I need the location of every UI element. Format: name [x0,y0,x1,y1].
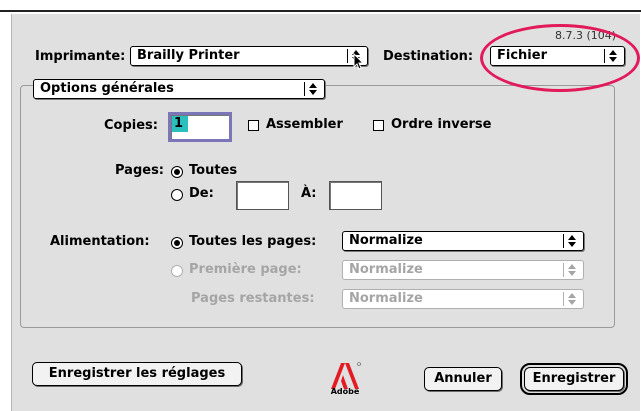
copies-label: Copies: [104,118,158,133]
printer-popup[interactable]: Brailly Printer [130,46,368,66]
feed-first-page-value: Normalize [349,262,423,277]
printer-popup-value: Brailly Printer [137,48,240,63]
copies-value: 1 [172,116,188,132]
feed-remaining-popup[interactable]: Normalize [342,289,584,309]
copies-field[interactable]: 1 [168,112,232,142]
pages-all-label[interactable]: Toutes [189,163,237,178]
pages-to-label: À: [301,186,317,201]
feed-remaining-label: Pages restantes: [191,291,315,306]
pages-range-radio[interactable] [171,189,183,201]
section-popup[interactable]: Options générales [33,79,325,99]
save-settings-button[interactable]: Enregistrer les réglages [32,362,242,386]
popup-arrows-icon [563,292,579,306]
feed-first-page-popup[interactable]: Normalize [342,260,584,280]
save-button[interactable]: Enregistrer [520,363,628,395]
adobe-logo-text: Adobe [330,387,360,396]
ordre-inverse-label[interactable]: Ordre inverse [391,117,492,132]
annotation-oval [480,24,640,92]
pages-all-radio[interactable] [171,166,183,178]
mouse-cursor-icon [353,53,365,70]
window-top-edge [0,10,641,12]
feed-label: Alimentation: [50,234,150,249]
destination-label: Destination: [383,49,474,64]
popup-arrows-icon [563,234,579,248]
pages-to-field[interactable] [329,181,382,210]
assembler-label[interactable]: Assembler [266,117,343,132]
cancel-button[interactable]: Annuler [424,367,502,391]
feed-first-page-radio[interactable] [171,265,183,277]
feed-all-pages-label[interactable]: Toutes les pages: [189,234,316,249]
assembler-checkbox[interactable] [248,120,259,131]
printer-label: Imprimante: [35,49,126,64]
pages-from-field[interactable] [236,181,289,210]
pages-label: Pages: [115,163,165,178]
ordre-inverse-checkbox[interactable] [373,120,384,131]
pages-from-label: De: [189,186,214,201]
popup-arrows-icon [563,263,579,277]
feed-all-pages-popup[interactable]: Normalize [342,231,584,251]
popup-arrows-icon [304,82,320,96]
feed-remaining-value: Normalize [349,291,423,306]
section-popup-value: Options générales [40,81,174,96]
feed-first-page-label: Première page: [189,262,302,277]
feed-all-pages-value: Normalize [349,233,423,248]
feed-all-pages-radio[interactable] [171,237,183,249]
